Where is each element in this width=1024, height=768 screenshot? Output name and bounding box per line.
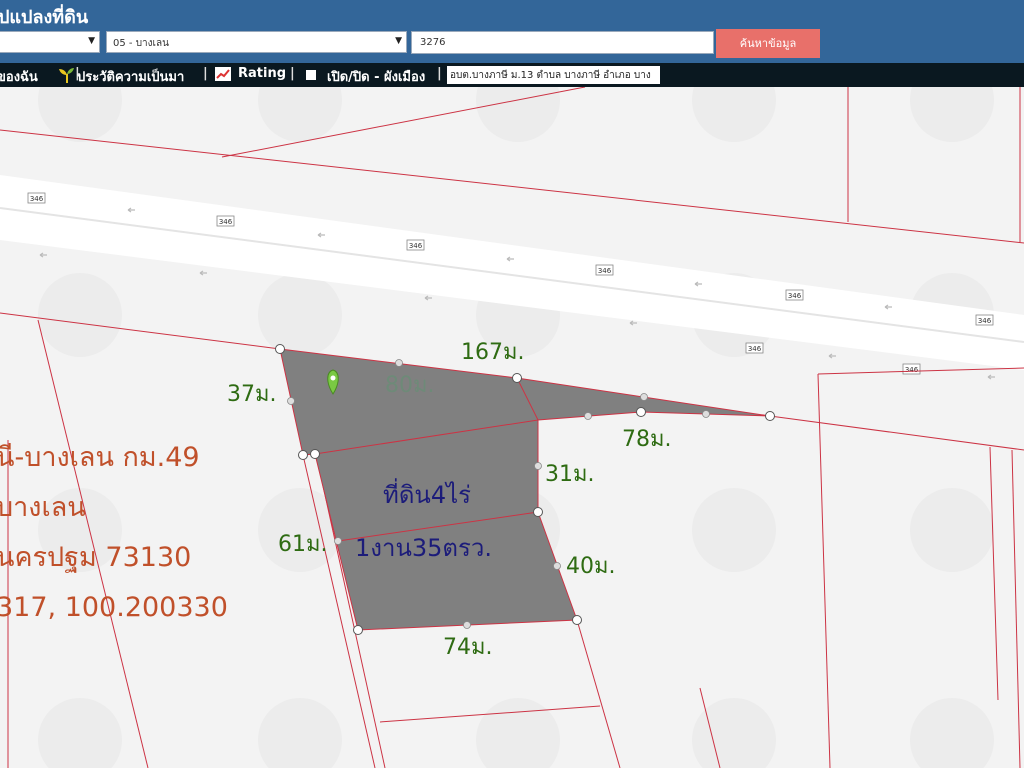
vertex-point[interactable] bbox=[275, 344, 285, 354]
dimension-label: 40ม. bbox=[566, 554, 616, 579]
road-shield-label: 346 bbox=[905, 366, 919, 374]
parcel-number-input[interactable] bbox=[411, 31, 714, 54]
province-select[interactable]: ▼ bbox=[0, 31, 100, 53]
road-shield-icon: 346 bbox=[902, 363, 921, 375]
midpoint-handle[interactable] bbox=[553, 562, 561, 570]
search-button[interactable]: ค้นหาข้อมูล bbox=[716, 29, 820, 58]
address-field[interactable] bbox=[447, 66, 660, 84]
midpoint-handle[interactable] bbox=[640, 393, 648, 401]
toolbar-rating[interactable]: Rating bbox=[238, 66, 286, 81]
vertex-point[interactable] bbox=[512, 373, 522, 383]
vertex-point[interactable] bbox=[636, 407, 646, 417]
watermark-seal-icon bbox=[910, 488, 994, 572]
toolbar-my-item[interactable]: ของฉัน bbox=[0, 66, 38, 87]
toolbar-divider: | bbox=[290, 66, 295, 81]
area-line-2: 1งาน35ตรว. bbox=[355, 534, 492, 562]
road-shield-icon: 346 bbox=[27, 192, 46, 204]
road-shield-icon: 346 bbox=[785, 289, 804, 301]
road-shield-label: 346 bbox=[978, 317, 992, 325]
watermark-seal-icon bbox=[692, 488, 776, 572]
dimension-label: 80ม. bbox=[385, 373, 435, 398]
info-line: 317, 100.200330 bbox=[0, 592, 228, 623]
square-icon[interactable] bbox=[306, 69, 316, 84]
road-shield-label: 346 bbox=[788, 292, 802, 300]
road-shield-label: 346 bbox=[30, 195, 44, 203]
toolbar-zoning-toggle[interactable]: เปิด/ปิด - ผังเมือง bbox=[327, 66, 425, 87]
midpoint-handle[interactable] bbox=[534, 462, 542, 470]
dimension-label: 74ม. bbox=[443, 635, 493, 660]
vertex-point[interactable] bbox=[533, 507, 543, 517]
road-shield-label: 346 bbox=[598, 267, 612, 275]
road-shield-icon: 346 bbox=[406, 239, 425, 251]
chevron-down-icon: ▼ bbox=[88, 36, 95, 46]
app-title: ปแปลงที่ดิน bbox=[0, 7, 89, 28]
district-select-value: 05 - บางเลน bbox=[113, 38, 169, 49]
toolbar-history[interactable]: ประวัติความเป็นมา bbox=[77, 66, 184, 87]
vertex-point[interactable] bbox=[353, 625, 363, 635]
dimension-label: 61ม. bbox=[278, 532, 328, 557]
district-select[interactable]: 05 - บางเลน ▼ bbox=[106, 31, 407, 53]
plant-icon bbox=[58, 67, 76, 87]
toolbar-divider: | bbox=[437, 66, 442, 81]
dimension-label: 167ม. bbox=[461, 340, 525, 365]
info-line: บางเลน bbox=[0, 492, 86, 523]
midpoint-handle[interactable] bbox=[287, 397, 295, 405]
midpoint-handle[interactable] bbox=[702, 410, 710, 418]
chevron-down-icon: ▼ bbox=[395, 36, 402, 46]
header-bar: ปแปลงที่ดิน ▼ 05 - บางเลน ▼ ค้นหาข้อมูล bbox=[0, 0, 1024, 63]
dimension-label: 31ม. bbox=[545, 462, 595, 487]
land-map[interactable]: 346 346 346 346 346 346 346 346 167ม. 80… bbox=[0, 87, 1024, 768]
watermark-seal-icon bbox=[258, 273, 342, 357]
info-line: นี-บางเลน กม.49 bbox=[0, 442, 200, 473]
road-shield-label: 346 bbox=[409, 242, 423, 250]
midpoint-handle[interactable] bbox=[395, 359, 403, 367]
vertex-point[interactable] bbox=[765, 411, 775, 421]
watermark-seal-icon bbox=[38, 273, 122, 357]
road-shield-icon: 346 bbox=[745, 342, 764, 354]
road-shield-label: 346 bbox=[219, 218, 233, 226]
midpoint-handle[interactable] bbox=[463, 621, 471, 629]
dimension-label: 78ม. bbox=[622, 427, 672, 452]
road-shield-icon: 346 bbox=[975, 314, 994, 326]
chart-icon bbox=[215, 67, 231, 85]
info-line: นครปฐม 73130 bbox=[0, 542, 191, 573]
vertex-point[interactable] bbox=[310, 449, 320, 459]
area-line-1: ที่ดิน4ไร่ bbox=[383, 478, 471, 509]
toolbar-divider: | bbox=[203, 66, 208, 81]
road-shield-label: 346 bbox=[748, 345, 762, 353]
midpoint-handle[interactable] bbox=[584, 412, 592, 420]
vertex-point[interactable] bbox=[298, 450, 308, 460]
midpoint-handle[interactable] bbox=[334, 537, 342, 545]
vertex-point[interactable] bbox=[572, 615, 582, 625]
road-shield-icon: 346 bbox=[595, 264, 614, 276]
dimension-label: 37ม. bbox=[227, 382, 277, 407]
road-shield-icon: 346 bbox=[216, 215, 235, 227]
